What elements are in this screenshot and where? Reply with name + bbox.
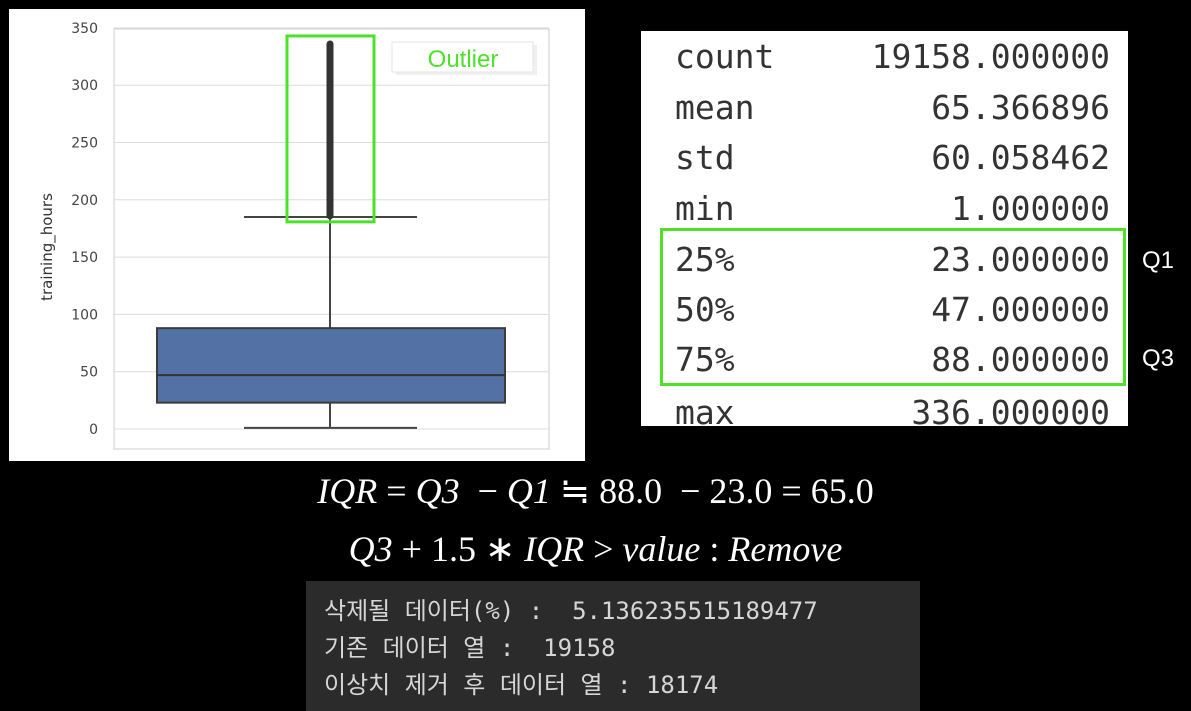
console-output: 삭제될 데이터(%) : 5.136235515189477 기존 데이터 열 …	[306, 581, 920, 711]
stat-value: 1.000000	[951, 189, 1110, 228]
y-tick-label: 350	[71, 21, 98, 37]
stat-row: max 336.000000	[641, 387, 1128, 426]
q1-label: Q1	[1142, 247, 1175, 274]
y-tick-label: 50	[80, 365, 98, 381]
rule-plus: + 1.5 ∗	[392, 529, 525, 569]
formula-equals: =	[377, 471, 416, 511]
formula-iqr: IQR	[317, 471, 378, 511]
stat-value: 65.366896	[931, 88, 1110, 127]
stat-name: mean	[675, 88, 755, 127]
rule-gt: >	[584, 529, 623, 569]
stat-row: mean 65.366896	[641, 82, 1128, 132]
y-tick-label: 250	[71, 136, 98, 152]
formula-result: ≒ 88.0 − 23.0 = 65.0	[550, 471, 874, 511]
boxplot-panel: 0 50 100 150 200 250 300 350 training_hours Outli…	[9, 9, 585, 461]
stat-value: 60.058462	[931, 138, 1110, 177]
outlier-annotation-label: Outlier	[428, 46, 499, 73]
y-tick-label: 0	[89, 422, 98, 438]
rule-iqr: IQR	[524, 529, 585, 569]
console-line-original-rows: 기존 데이터 열 : 19158	[324, 634, 616, 662]
y-tick-label: 200	[71, 193, 98, 209]
stat-value: 19158.000000	[871, 37, 1110, 76]
formula-q3: Q3	[415, 471, 460, 511]
quartile-highlight-frame	[660, 228, 1126, 386]
rule-value: value	[622, 529, 701, 569]
y-axis-label: training_hours	[38, 193, 57, 301]
stat-row: std 60.058462	[641, 132, 1128, 182]
y-tick-label: 300	[71, 78, 98, 94]
stat-row: count 19158.000000	[641, 31, 1128, 81]
formula-minus: −	[459, 471, 507, 511]
formula-q1: Q1	[506, 471, 551, 511]
boxplot-chart: 0 50 100 150 200 250 300 350 training_hours Outli…	[38, 21, 550, 450]
y-tick-label: 100	[71, 307, 98, 323]
stat-row: min 1.000000	[641, 183, 1128, 233]
stat-name: count	[675, 37, 775, 76]
rule-colon: :	[700, 529, 729, 569]
y-tick-label: 150	[71, 250, 98, 266]
q3-label: Q3	[1142, 345, 1175, 372]
iqr-box	[156, 327, 506, 404]
rule-remove: Remove	[728, 529, 843, 569]
stat-name: min	[675, 189, 735, 228]
iqr-formula: IQR = Q3 − Q1 ≒ 88.0 − 23.0 = 65.0	[0, 470, 1191, 512]
remove-rule-formula: Q3 + 1.5 ∗ IQR > value : Remove	[0, 528, 1191, 570]
console-line-after-rows: 이상치 제거 후 데이터 열 : 18174	[324, 671, 719, 699]
rule-q3: Q3	[348, 529, 393, 569]
stat-name: std	[675, 138, 735, 177]
console-line-removed-pct: 삭제될 데이터(%) : 5.136235515189477	[324, 597, 818, 625]
stat-value: 336.000000	[911, 393, 1110, 426]
stat-name: max	[675, 393, 735, 426]
